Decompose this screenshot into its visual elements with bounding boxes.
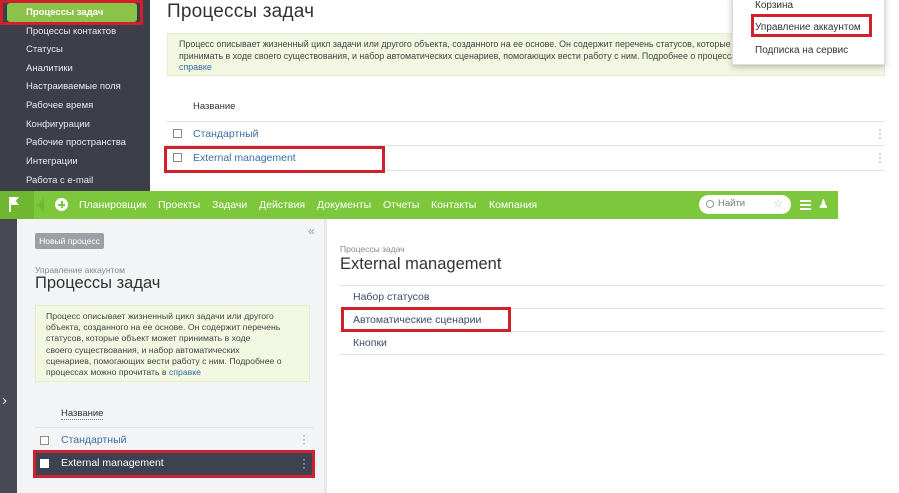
sidebar-item-custom-fields[interactable]: Настраиваемые поля: [0, 77, 150, 96]
logo[interactable]: [0, 191, 34, 219]
menu-item-trash[interactable]: Корзина: [755, 0, 793, 11]
column-header-name[interactable]: Название: [193, 101, 235, 112]
panel-divider: [324, 219, 327, 493]
nav-reports[interactable]: Отчеты: [383, 191, 419, 219]
page-title: Процессы задач: [167, 1, 315, 22]
row-menu-icon[interactable]: · · ·: [878, 123, 882, 143]
row-checkbox[interactable]: [40, 436, 49, 445]
info-line: процессах можно прочитать в: [46, 367, 169, 378]
nav-planner[interactable]: Планировщик: [79, 191, 147, 219]
process-row-standard[interactable]: Стандартный: [61, 434, 127, 446]
info-line: объекта, созданного на ее основе. Он сод…: [46, 322, 281, 333]
nav-contacts[interactable]: Контакты: [431, 191, 476, 219]
info-line: Процесс описывает жизненный цикл задачи …: [46, 311, 274, 321]
highlight-box-row: [164, 146, 385, 173]
star-icon[interactable]: ☆: [773, 197, 783, 210]
sidebar-item-analytics[interactable]: Аналитики: [0, 59, 150, 78]
highlight-box-selected-row: [33, 450, 315, 478]
menu-item-subscription[interactable]: Подписка на сервис: [755, 45, 848, 56]
row-menu-icon[interactable]: · · ·: [302, 429, 306, 449]
row-menu-icon[interactable]: · · ·: [878, 147, 882, 167]
info-line-1: Процесс описывает жизненный цикл задачи …: [179, 39, 790, 49]
divider: [166, 121, 885, 122]
new-process-button[interactable]: Новый процесс: [35, 233, 104, 249]
divider: [339, 354, 884, 355]
tab-statuses[interactable]: Набор статусов: [339, 286, 884, 309]
divider: [35, 427, 313, 428]
top-sidebar: Процессы задач Процессы контактов Статус…: [0, 0, 150, 191]
search-placeholder: Найти: [718, 198, 746, 209]
user-icon[interactable]: ♟: [818, 197, 829, 212]
expand-arrow-icon[interactable]: ›: [2, 392, 7, 409]
column-header-name[interactable]: Название: [61, 408, 104, 420]
menu-icon[interactable]: [800, 200, 811, 210]
info-line: своего существования, и набор автоматиче…: [46, 344, 240, 355]
sidebar-item-email[interactable]: Работа с e-mail: [0, 171, 150, 190]
row-checkbox[interactable]: [173, 129, 182, 138]
nav-projects[interactable]: Проекты: [158, 191, 200, 219]
sidebar-item-statuses[interactable]: Статусы: [0, 40, 150, 59]
info-line: статусов, которые объект может принимать…: [46, 333, 251, 344]
add-icon[interactable]: [55, 198, 68, 211]
breadcrumb[interactable]: Процессы задач: [340, 244, 405, 254]
logo-arrow: [37, 198, 44, 212]
highlight-box-tab: [341, 307, 511, 332]
search-input[interactable]: Найти ☆: [699, 195, 791, 214]
panel-title: Процессы задач: [35, 274, 161, 292]
info-line: сценариев, помогающих вести работу с ним…: [46, 355, 282, 366]
highlight-box-sidebar: [0, 0, 143, 25]
process-title: External management: [340, 255, 502, 273]
info-box: Процесс описывает жизненный цикл задачи …: [35, 305, 310, 382]
sidebar-item-work-time[interactable]: Рабочее время: [0, 96, 150, 115]
sidebar-item-configurations[interactable]: Конфигурации: [0, 115, 150, 134]
nav-tasks[interactable]: Задачи: [212, 191, 247, 219]
help-link[interactable]: справке: [179, 62, 212, 72]
tab-buttons[interactable]: Кнопки: [339, 332, 884, 355]
sidebar-item-integrations[interactable]: Интеграции: [0, 152, 150, 171]
nav-actions[interactable]: Действия: [259, 191, 305, 219]
highlight-box-menu: [751, 14, 872, 37]
info-text: Процесс описывает жизненный цикл задачи …: [46, 311, 308, 378]
search-icon: [706, 200, 714, 208]
help-link[interactable]: справке: [169, 367, 201, 377]
process-row-standard[interactable]: Стандартный: [193, 128, 259, 140]
info-line-2: принимать в ходе своего существования, и…: [179, 50, 821, 61]
nav-documents[interactable]: Документы: [317, 191, 371, 219]
nav-company[interactable]: Компания: [489, 191, 537, 219]
collapsed-sidebar[interactable]: ›: [0, 219, 17, 493]
collapse-panel-icon[interactable]: «: [308, 224, 315, 238]
sidebar-item-workspaces[interactable]: Рабочие пространства: [0, 133, 150, 152]
